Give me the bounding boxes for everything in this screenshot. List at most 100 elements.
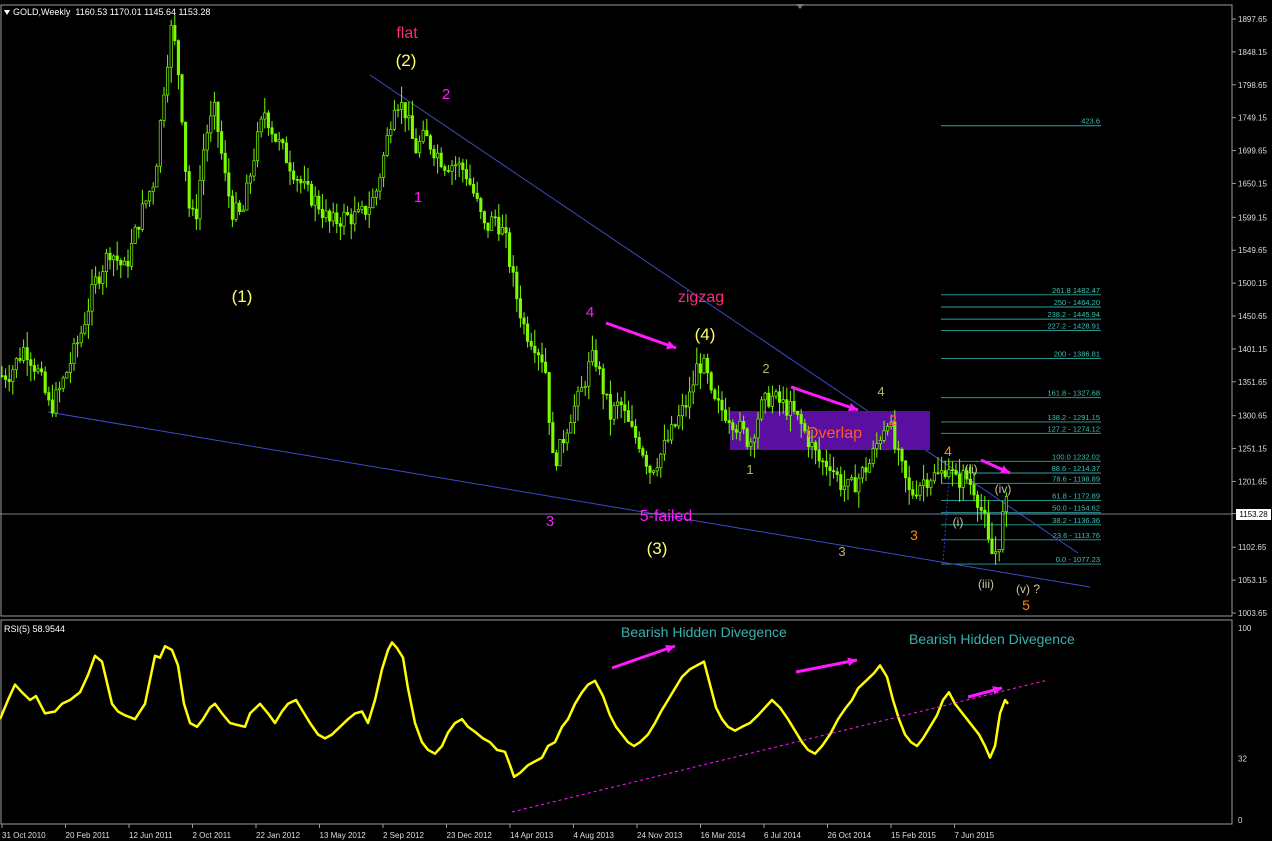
label-wave-ii: (ii) [964, 462, 977, 476]
candle-body [436, 152, 440, 159]
candle-body [310, 184, 314, 206]
candle-body [54, 389, 58, 414]
candle-body [342, 212, 346, 227]
candle-body [338, 223, 342, 227]
candle-body [745, 428, 749, 447]
candle-body [241, 209, 245, 212]
time-axis: 31 Oct 2010 20 Feb 2011 12 Jun 2011 2 Oct 2… [1, 824, 995, 840]
candle-body [598, 366, 602, 370]
candle-body [709, 372, 713, 391]
candle-body [29, 359, 33, 366]
candle-body [101, 271, 105, 284]
candle-body [785, 399, 789, 416]
candle-body [468, 178, 472, 185]
candle-body [788, 401, 792, 416]
candle-body [324, 210, 328, 218]
dropdown-triangle-icon[interactable] [4, 10, 10, 16]
candle-body [522, 317, 526, 325]
label-wave-4-major: (4) [695, 325, 716, 344]
last-price-tag: 1153.28 [1236, 509, 1271, 520]
time-tick-label: 14 Apr 2013 [510, 831, 554, 840]
candle-body [360, 206, 364, 210]
candle-body [43, 371, 47, 393]
price-tick-label: 1549.65 [1238, 246, 1267, 255]
price-tick-label: 1599.15 [1238, 213, 1267, 222]
candle-body [670, 424, 674, 441]
candle-body [4, 375, 8, 380]
candle-body [410, 115, 414, 139]
candle-body [220, 131, 224, 154]
candle-body [727, 420, 731, 424]
fib-level-label: 50.0 - 1154.62 [1052, 504, 1100, 513]
candle-body [763, 392, 767, 401]
candle-body [983, 509, 987, 514]
candle-body [299, 179, 303, 184]
label-minor-4: 4 [586, 304, 594, 321]
rsi-series [0, 641, 1049, 813]
candle-body [259, 118, 263, 133]
candle-body [576, 390, 580, 407]
candle-body [126, 260, 130, 267]
fib-level-label: 227.2 - 1428.91 [1047, 321, 1100, 330]
candle-body [778, 391, 782, 403]
candle-body [558, 439, 562, 467]
chart-canvas: 423.6261.8 1482.47250 - 1464.20238.2 - 1… [0, 4, 1267, 840]
candle-body [428, 135, 432, 150]
candle-body [518, 298, 522, 319]
candle-body [922, 479, 926, 486]
candle-body [526, 323, 530, 342]
candle-body [734, 429, 738, 433]
candle-body [490, 216, 494, 231]
time-tick-label: 6 Jul 2014 [764, 831, 801, 840]
candle-body [850, 477, 854, 480]
candle-body [1004, 495, 1008, 513]
fib-level-label: 423.6 [1081, 117, 1100, 126]
candle-body [630, 421, 634, 427]
candle-body [263, 112, 267, 120]
label-wave-iv: (iv) [995, 482, 1012, 496]
candle-body [652, 470, 656, 473]
rsi-tick-label: 100 [1238, 624, 1252, 633]
candle-body [605, 393, 609, 396]
candle-body [212, 101, 216, 117]
time-tick-label: 22 Jan 2012 [256, 831, 301, 840]
arrow-shaft [611, 644, 676, 670]
candle-body [385, 135, 389, 156]
candle-body [454, 164, 458, 167]
collapse-arrow-icon[interactable] [796, 4, 804, 9]
candle-body [238, 202, 242, 212]
price-tick-label: 1500.15 [1238, 279, 1267, 288]
candle-body [500, 227, 504, 235]
candle-body [716, 398, 720, 401]
candle-body [878, 439, 882, 445]
candle-body [133, 226, 137, 244]
candle-body [22, 347, 26, 361]
price-tick-label: 1251.15 [1238, 445, 1267, 454]
label-flat: flat [396, 25, 418, 42]
candle-body [317, 195, 321, 210]
fib-level-label: 78.6 - 1198.89 [1052, 474, 1100, 483]
rsi-support-trendline [511, 679, 1049, 813]
candle-body [580, 387, 584, 392]
candle-body [608, 394, 612, 420]
time-tick-label: 2 Sep 2012 [383, 831, 424, 840]
candle-body [482, 211, 486, 224]
candle-body [382, 155, 386, 178]
arrow-shaft [795, 658, 858, 674]
rsi-header: RSI(5) 58.9544 [4, 624, 66, 634]
candle-body [554, 452, 558, 467]
candle-body [119, 260, 123, 266]
fibonacci-levels: 423.6 261.8 1482.47 250 - 1464.20 238.2 - 1… [941, 117, 1101, 565]
candle-body [130, 242, 134, 267]
label-wave-v: (v) ? [1016, 582, 1040, 596]
candle-body [457, 162, 461, 166]
arrow-head-icon [848, 402, 858, 412]
candle-body [641, 448, 645, 456]
price-tick-label: 1749.15 [1238, 114, 1267, 123]
price-tick-label: 1798.65 [1238, 81, 1267, 90]
candle-body [936, 472, 940, 475]
candle-body [529, 340, 533, 347]
label-wave-3-major: (3) [647, 539, 668, 558]
candle-body [583, 385, 587, 388]
fib-level-label: 23.6 - 1113.76 [1053, 531, 1100, 540]
